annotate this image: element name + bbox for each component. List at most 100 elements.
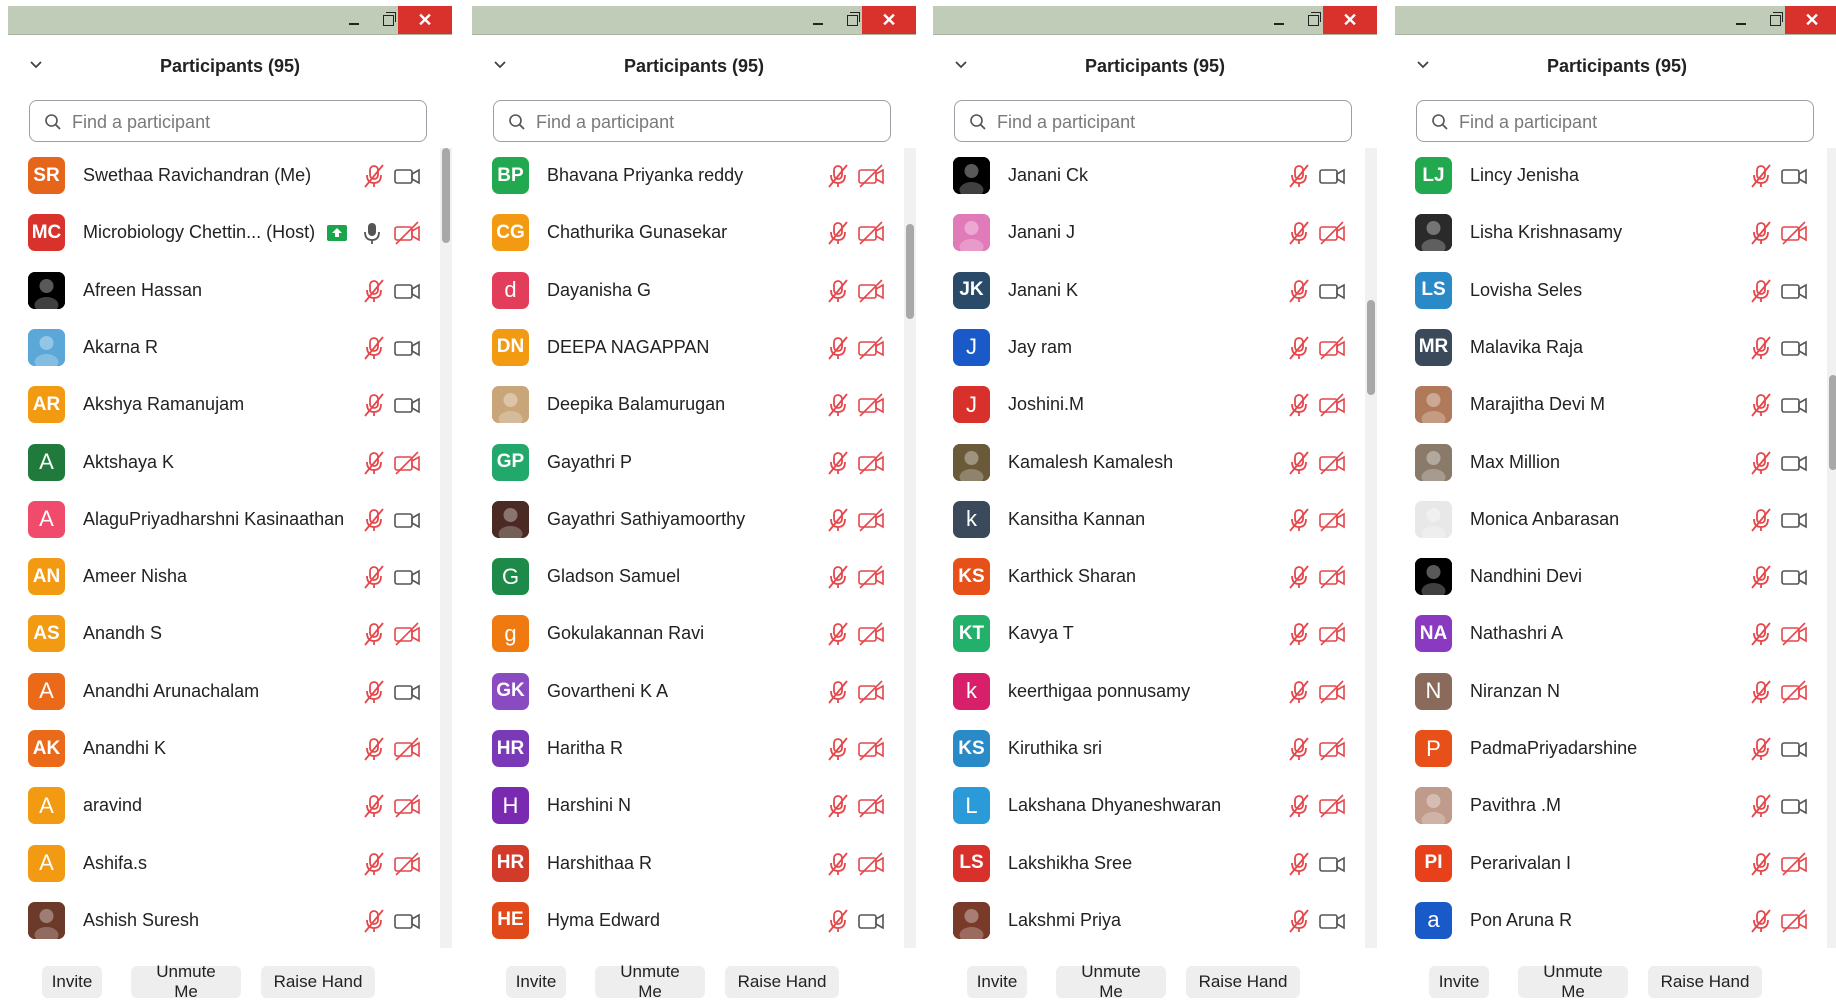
video-off-icon[interactable] xyxy=(1779,219,1809,247)
participant-row[interactable]: G Gladson Samuel xyxy=(472,549,902,606)
mic-muted-icon[interactable] xyxy=(360,449,388,477)
mic-muted-icon[interactable] xyxy=(360,506,388,534)
participant-row[interactable]: Marajitha Devi M xyxy=(1395,377,1825,434)
video-off-icon[interactable] xyxy=(1317,678,1347,706)
mic-muted-icon[interactable] xyxy=(1285,792,1313,820)
search-box[interactable] xyxy=(29,100,427,143)
video-off-icon[interactable] xyxy=(1317,735,1347,763)
mic-muted-icon[interactable] xyxy=(824,449,852,477)
participant-row[interactable]: AN Ameer Nisha xyxy=(8,549,438,606)
mic-muted-icon[interactable] xyxy=(824,735,852,763)
video-camera-icon[interactable] xyxy=(392,277,422,305)
participant-row[interactable]: Janani J xyxy=(933,205,1363,262)
video-camera-icon[interactable] xyxy=(1779,792,1809,820)
mic-muted-icon[interactable] xyxy=(1747,277,1775,305)
participant-row[interactable]: GK Govartheni K A xyxy=(472,664,902,721)
mic-muted-icon[interactable] xyxy=(1747,620,1775,648)
close-icon[interactable]: ✕ xyxy=(1323,6,1377,34)
mic-muted-icon[interactable] xyxy=(824,506,852,534)
mic-muted-icon[interactable] xyxy=(824,563,852,591)
video-camera-icon[interactable] xyxy=(1779,162,1809,190)
video-off-icon[interactable] xyxy=(856,391,886,419)
close-icon[interactable]: ✕ xyxy=(1785,6,1836,34)
video-off-icon[interactable] xyxy=(392,449,422,477)
mic-muted-icon[interactable] xyxy=(360,563,388,591)
participant-row[interactable]: AK Anandhi K xyxy=(8,721,438,778)
mic-muted-icon[interactable] xyxy=(824,391,852,419)
participant-row[interactable]: P PadmaPriyadarshine xyxy=(1395,721,1825,778)
mic-muted-icon[interactable] xyxy=(1747,506,1775,534)
mic-muted-icon[interactable] xyxy=(360,334,388,362)
search-input[interactable] xyxy=(534,101,878,143)
video-off-icon[interactable] xyxy=(856,219,886,247)
mic-muted-icon[interactable] xyxy=(1747,334,1775,362)
video-off-icon[interactable] xyxy=(856,506,886,534)
search-box[interactable] xyxy=(1416,100,1814,143)
mic-muted-icon[interactable] xyxy=(1747,678,1775,706)
participant-row[interactable]: CG Chathurika Gunasekar xyxy=(472,205,902,262)
mic-muted-icon[interactable] xyxy=(1747,735,1775,763)
video-camera-icon[interactable] xyxy=(392,678,422,706)
video-off-icon[interactable] xyxy=(856,277,886,305)
mic-muted-icon[interactable] xyxy=(824,277,852,305)
video-off-icon[interactable] xyxy=(856,620,886,648)
unmute-me-button[interactable]: Unmute Me xyxy=(1518,962,1628,1001)
mic-muted-icon[interactable] xyxy=(1285,162,1313,190)
search-box[interactable] xyxy=(493,100,891,143)
participant-row[interactable]: HE Hyma Edward xyxy=(472,893,902,948)
mic-muted-icon[interactable] xyxy=(1747,391,1775,419)
mic-muted-icon[interactable] xyxy=(1747,219,1775,247)
mic-muted-icon[interactable] xyxy=(1285,277,1313,305)
participant-row[interactable]: HR Harshithaa R xyxy=(472,836,902,893)
participant-row[interactable]: A Aktshaya K xyxy=(8,435,438,492)
invite-button[interactable]: Invite xyxy=(967,966,1027,998)
participant-row[interactable]: Gayathri Sathiyamoorthy xyxy=(472,492,902,549)
video-camera-icon[interactable] xyxy=(1779,563,1809,591)
video-camera-icon[interactable] xyxy=(392,563,422,591)
mic-muted-icon[interactable] xyxy=(1747,162,1775,190)
video-off-icon[interactable] xyxy=(392,850,422,878)
participant-row[interactable]: Monica Anbarasan xyxy=(1395,492,1825,549)
participant-row[interactable]: Max Million xyxy=(1395,435,1825,492)
video-camera-icon[interactable] xyxy=(1317,850,1347,878)
mic-muted-icon[interactable] xyxy=(1285,678,1313,706)
raise-hand-button[interactable]: Raise Hand xyxy=(1648,966,1762,998)
video-off-icon[interactable] xyxy=(1317,506,1347,534)
video-camera-icon[interactable] xyxy=(1779,277,1809,305)
video-camera-icon[interactable] xyxy=(856,907,886,935)
participant-row[interactable]: SR Swethaa Ravichandran (Me) xyxy=(8,148,438,205)
invite-button[interactable]: Invite xyxy=(1429,966,1489,998)
participant-row[interactable]: Pavithra .M xyxy=(1395,778,1825,835)
mic-muted-icon[interactable] xyxy=(1747,563,1775,591)
participant-row[interactable]: Deepika Balamurugan xyxy=(472,377,902,434)
participant-row[interactable]: H Harshini N xyxy=(472,778,902,835)
mic-muted-icon[interactable] xyxy=(1285,850,1313,878)
video-camera-icon[interactable] xyxy=(392,334,422,362)
video-camera-icon[interactable] xyxy=(392,506,422,534)
participant-row[interactable]: k keerthigaa ponnusamy xyxy=(933,664,1363,721)
mic-muted-icon[interactable] xyxy=(360,678,388,706)
participant-row[interactable]: g Gokulakannan Ravi xyxy=(472,606,902,663)
participant-row[interactable]: Janani Ck xyxy=(933,148,1363,205)
video-camera-icon[interactable] xyxy=(1779,334,1809,362)
video-off-icon[interactable] xyxy=(1779,907,1809,935)
microphone-icon[interactable] xyxy=(358,219,386,247)
video-off-icon[interactable] xyxy=(856,792,886,820)
search-input[interactable] xyxy=(1457,101,1801,143)
video-off-icon[interactable] xyxy=(1779,850,1809,878)
video-off-icon[interactable] xyxy=(1317,792,1347,820)
raise-hand-button[interactable]: Raise Hand xyxy=(1186,966,1300,998)
participant-row[interactable]: LS Lakshikha Sree xyxy=(933,836,1363,893)
search-input[interactable] xyxy=(70,101,414,143)
invite-button[interactable]: Invite xyxy=(506,966,566,998)
participant-row[interactable]: Lisha Krishnasamy xyxy=(1395,205,1825,262)
mic-muted-icon[interactable] xyxy=(360,277,388,305)
video-off-icon[interactable] xyxy=(1317,334,1347,362)
participant-row[interactable]: d Dayanisha G xyxy=(472,263,902,320)
close-icon[interactable]: ✕ xyxy=(398,6,452,34)
mic-muted-icon[interactable] xyxy=(360,735,388,763)
mic-muted-icon[interactable] xyxy=(1285,334,1313,362)
mic-muted-icon[interactable] xyxy=(360,792,388,820)
video-off-icon[interactable] xyxy=(856,850,886,878)
mic-muted-icon[interactable] xyxy=(824,334,852,362)
